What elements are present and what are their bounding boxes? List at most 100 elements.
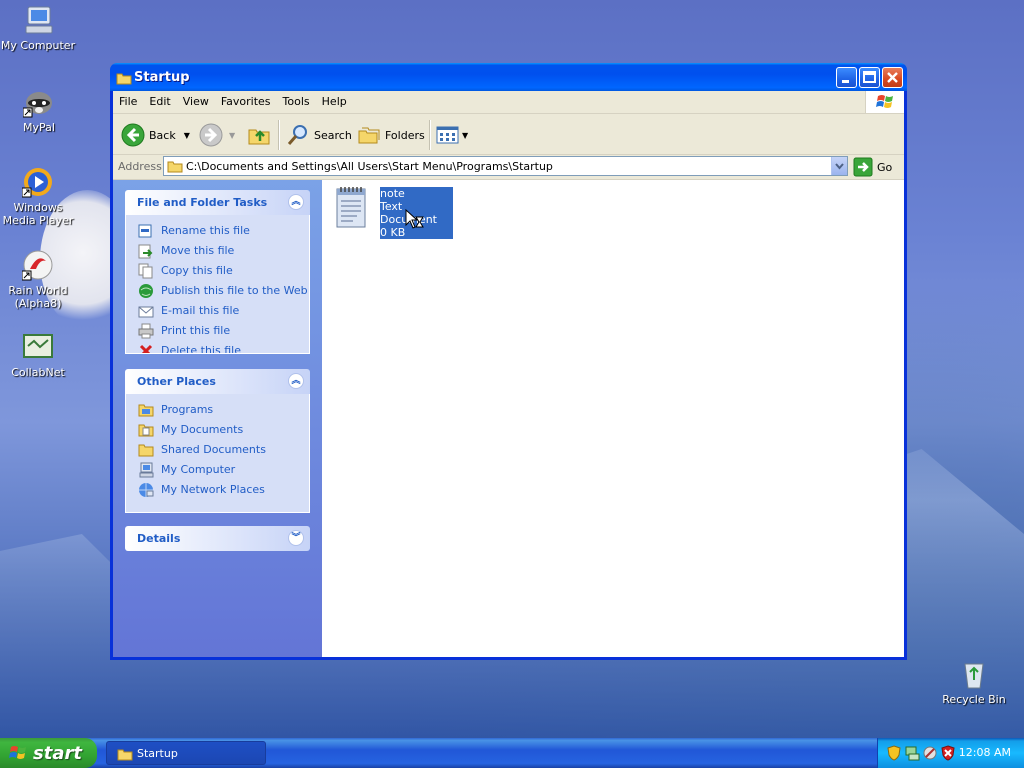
system-tray: 12:08 AM xyxy=(877,738,1024,768)
details-panel: Details ︾ xyxy=(125,526,310,551)
panel-title: Other Places xyxy=(137,375,216,388)
start-button[interactable]: start xyxy=(0,738,97,768)
collapse-chevron-icon[interactable]: ︽ xyxy=(288,373,304,389)
network-tray-icon[interactable] xyxy=(904,745,920,761)
panel-header[interactable]: Details ︾ xyxy=(125,526,310,551)
explorer-window: Startup File Edit View Favorites Tools Help B… xyxy=(110,63,907,660)
back-button[interactable]: Back ▼ xyxy=(121,123,190,147)
toolbar: Back ▼ ▼ Search Folders ▼ xyxy=(113,114,904,155)
views-button[interactable]: ▼ xyxy=(436,123,468,147)
up-folder-button[interactable] xyxy=(247,123,271,147)
go-arrow-icon xyxy=(853,157,873,177)
folders-label: Folders xyxy=(385,128,425,142)
place-my-computer[interactable]: My Computer xyxy=(126,460,309,480)
search-button[interactable]: Search xyxy=(286,123,352,147)
minimize-button[interactable] xyxy=(836,67,857,88)
task-delete[interactable]: Delete this file xyxy=(126,341,309,353)
place-shared-documents[interactable]: Shared Documents xyxy=(126,440,309,460)
task-label: Move this file xyxy=(161,244,235,257)
back-label: Back xyxy=(149,128,176,142)
task-rename[interactable]: Rename this file xyxy=(126,221,309,241)
collabnet-icon xyxy=(22,331,54,363)
print-icon xyxy=(138,323,154,339)
go-button[interactable]: Go xyxy=(853,157,892,177)
menu-edit[interactable]: Edit xyxy=(143,91,176,108)
panel-header[interactable]: File and Folder Tasks ︽ xyxy=(125,190,310,215)
programs-folder-icon xyxy=(138,402,154,418)
menu-favorites[interactable]: Favorites xyxy=(215,91,277,108)
media-player-icon xyxy=(21,166,54,198)
menu-file[interactable]: File xyxy=(113,91,143,108)
menu-help[interactable]: Help xyxy=(316,91,353,108)
raccoon-icon xyxy=(22,86,55,118)
taskbar: start Startup 12:08 AM xyxy=(0,738,1024,768)
delete-icon xyxy=(138,343,154,353)
address-path: C:\Documents and Settings\All Users\Star… xyxy=(186,160,553,173)
folders-icon xyxy=(358,127,380,144)
app-shortcut-icon xyxy=(21,249,54,281)
desktop-icon-my-computer[interactable]: My Computer xyxy=(0,4,76,52)
title-bar[interactable]: Startup xyxy=(110,63,907,91)
window-title: Startup xyxy=(134,70,190,85)
task-print[interactable]: Print this file xyxy=(126,321,309,341)
text-document-icon[interactable] xyxy=(335,185,367,229)
security-shield-icon[interactable] xyxy=(886,745,902,761)
address-input[interactable]: C:\Documents and Settings\All Users\Star… xyxy=(163,156,848,176)
desktop-icon-label: My Computer xyxy=(0,39,76,52)
desktop-icon-rain-world[interactable]: Rain World (Alpha8) xyxy=(0,249,76,310)
rename-icon xyxy=(138,223,154,239)
forward-button[interactable]: ▼ xyxy=(199,123,235,147)
security-alert-icon[interactable] xyxy=(940,745,956,761)
desktop-icon-mypal[interactable]: MyPal xyxy=(1,86,77,134)
desktop-icon-recycle-bin[interactable]: Recycle Bin xyxy=(936,658,1012,706)
close-button[interactable] xyxy=(882,67,903,88)
email-icon xyxy=(138,303,154,319)
place-label: My Documents xyxy=(161,423,244,436)
views-icon xyxy=(436,126,459,144)
address-bar: Address C:\Documents and Settings\All Us… xyxy=(113,155,904,180)
recycle-bin-icon xyxy=(958,658,990,690)
maximize-icon xyxy=(863,71,876,83)
menu-view[interactable]: View xyxy=(177,91,215,108)
taskbar-window-label: Startup xyxy=(137,747,178,760)
windows-flag-icon xyxy=(9,746,26,759)
task-copy[interactable]: Copy this file xyxy=(126,261,309,281)
task-label: Print this file xyxy=(161,324,231,337)
tools-tray-icon[interactable] xyxy=(922,745,938,761)
panel-title: Details xyxy=(137,532,181,545)
menu-bar: File Edit View Favorites Tools Help xyxy=(113,91,904,114)
go-label: Go xyxy=(877,160,893,174)
toolbar-separator xyxy=(429,120,431,150)
place-label: Programs xyxy=(161,403,214,416)
panel-header[interactable]: Other Places ︽ xyxy=(125,369,310,394)
place-programs[interactable]: Programs xyxy=(126,400,309,420)
maximize-button[interactable] xyxy=(859,67,880,88)
file-name: note xyxy=(380,187,405,200)
desktop-icon-label: Rain World (Alpha8) xyxy=(8,284,68,310)
menu-tools[interactable]: Tools xyxy=(277,91,316,108)
clock[interactable]: 12:08 AM xyxy=(959,746,1011,759)
task-pane: File and Folder Tasks ︽ Rename this file… xyxy=(113,180,322,657)
expand-chevron-icon[interactable]: ︾ xyxy=(288,530,304,546)
desktop-icon-collabnet[interactable]: CollabNet xyxy=(0,331,76,379)
network-icon xyxy=(138,482,154,498)
task-email[interactable]: E-mail this file xyxy=(126,301,309,321)
place-label: Shared Documents xyxy=(161,443,266,456)
forward-dropdown-icon: ▼ xyxy=(229,130,236,140)
desktop-icon-windows-media-player[interactable]: Windows Media Player xyxy=(0,166,76,227)
place-my-documents[interactable]: My Documents xyxy=(126,420,309,440)
file-list-area[interactable]: note Text Document 0 KB xyxy=(322,180,904,657)
task-label: Publish this file to the Web xyxy=(161,284,308,297)
place-my-network-places[interactable]: My Network Places xyxy=(126,480,309,500)
folders-button[interactable]: Folders xyxy=(357,123,425,147)
panel-title: File and Folder Tasks xyxy=(137,196,268,209)
task-label: E-mail this file xyxy=(161,304,240,317)
taskbar-window-startup[interactable]: Startup xyxy=(106,741,266,765)
back-dropdown-icon[interactable]: ▼ xyxy=(184,131,190,140)
place-label: My Network Places xyxy=(161,483,265,496)
chevron-down-icon xyxy=(835,163,844,170)
collapse-chevron-icon[interactable]: ︽ xyxy=(288,194,304,210)
task-publish-web[interactable]: Publish this file to the Web xyxy=(126,281,309,301)
task-move[interactable]: Move this file xyxy=(126,241,309,261)
address-dropdown-button[interactable] xyxy=(831,157,847,175)
